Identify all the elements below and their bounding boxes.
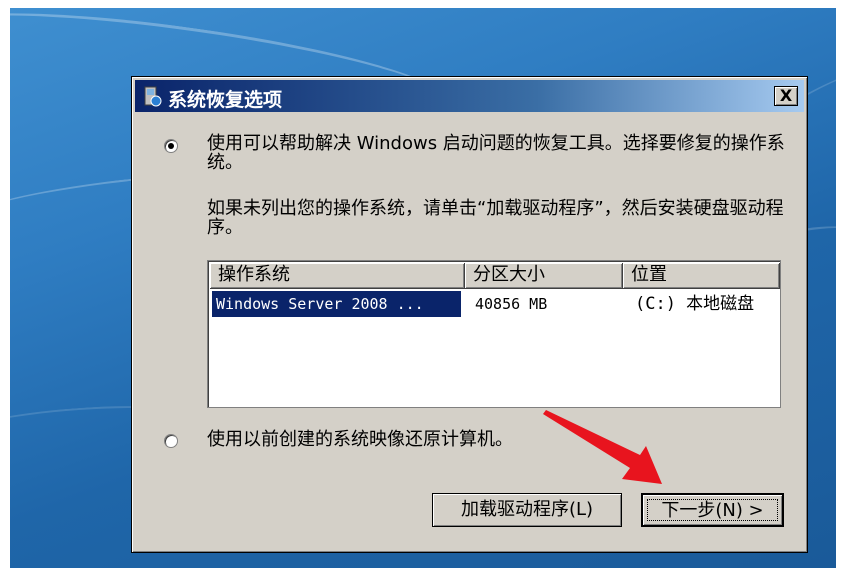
title-bar[interactable]: 系统恢复选项 X (135, 80, 804, 112)
next-button[interactable]: 下一步(N) > (641, 493, 784, 527)
cell-location: (C:) 本地磁盘 (635, 294, 755, 314)
column-header-os[interactable]: 操作系统 (210, 263, 465, 289)
table-row[interactable]: Windows Server 2008 ... 40856 MB (C:) 本地… (210, 291, 778, 317)
recovery-app-icon (144, 86, 162, 107)
cell-os: Windows Server 2008 ... (212, 291, 461, 317)
column-header-location[interactable]: 位置 (623, 263, 780, 289)
list-header: 操作系统 分区大小 位置 (210, 263, 780, 289)
close-button[interactable]: X (774, 86, 798, 106)
cell-partition-size: 40856 MB (475, 295, 548, 313)
system-image-radio[interactable] (164, 434, 178, 448)
radio-selected-dot (168, 143, 174, 149)
system-recovery-options-dialog: 系统恢复选项 X 使用可以帮助解决 Windows 启动问题的恢复工具。选择要修… (131, 76, 808, 553)
repair-tools-option-label[interactable]: 使用可以帮助解决 Windows 启动问题的恢复工具。选择要修复的操作系统。 (207, 134, 792, 172)
repair-tools-radio[interactable] (164, 139, 178, 153)
operating-system-list[interactable]: 操作系统 分区大小 位置 Windows Server 2008 ... 408… (207, 260, 781, 408)
column-header-partition-size[interactable]: 分区大小 (465, 263, 623, 289)
focus-rectangle (647, 499, 778, 521)
system-image-option-label[interactable]: 使用以前创建的系统映像还原计算机。 (207, 430, 792, 449)
dialog-title: 系统恢复选项 (168, 89, 283, 111)
load-driver-hint: 如果未列出您的操作系统，请单击“加载驱动程序”，然后安装硬盘驱动程序。 (207, 198, 784, 238)
load-driver-button[interactable]: 加载驱动程序(L) (432, 493, 622, 527)
